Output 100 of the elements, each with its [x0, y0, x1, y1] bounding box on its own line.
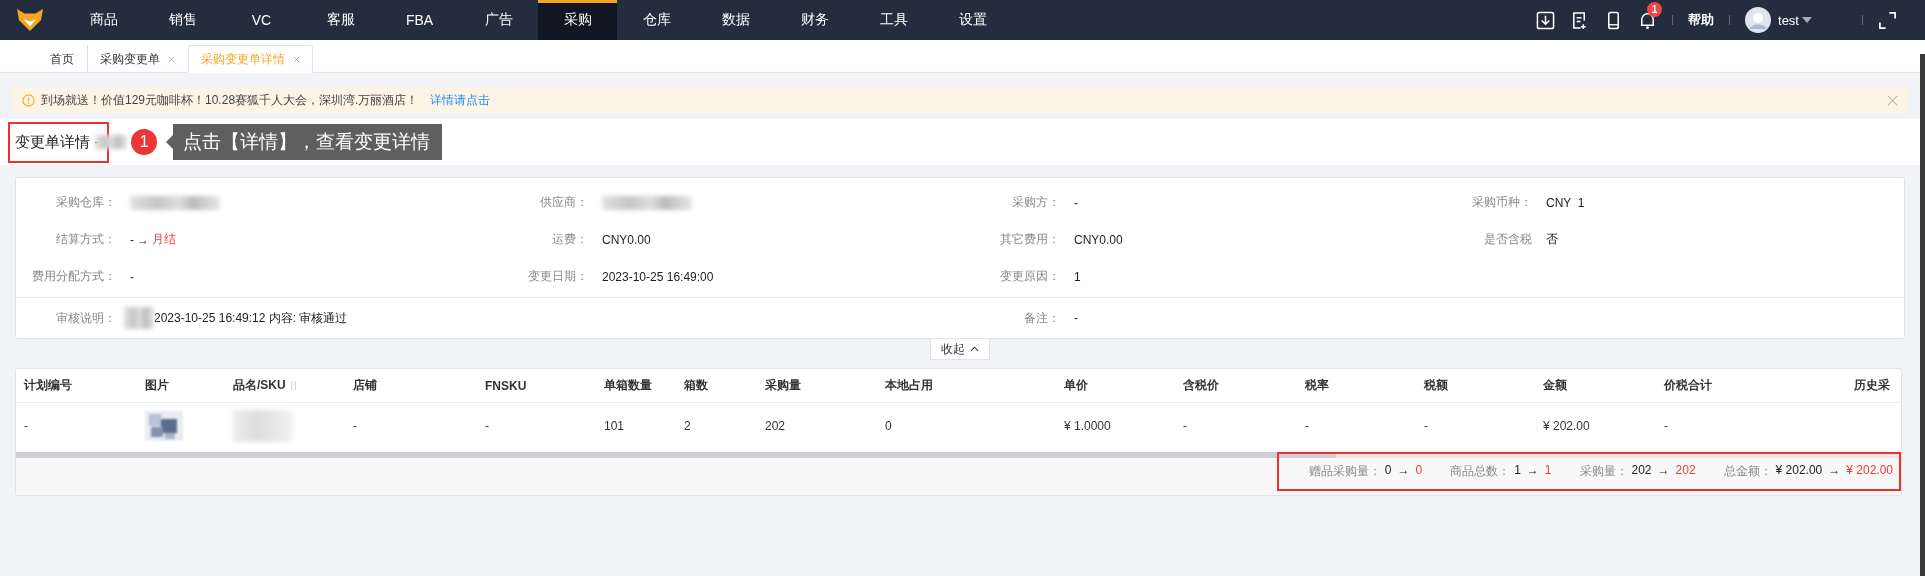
nav-tab[interactable]: 设置	[933, 0, 1012, 40]
caret-icon[interactable]	[1802, 17, 1812, 23]
summary-value: 1	[1514, 463, 1521, 479]
table-cell: 202	[765, 419, 786, 433]
arrow-glyph: →	[137, 232, 149, 247]
field-label: 审核说明：	[55, 309, 116, 327]
summary-label: 总金额：	[1723, 463, 1772, 480]
field-label: 结算方式：	[55, 231, 116, 248]
field-label: 采购方：	[1011, 194, 1060, 211]
summary-value: ¥ 202.00	[1775, 463, 1823, 479]
arrow-glyph: →	[1397, 463, 1410, 479]
nav-tab[interactable]: 仓库	[617, 0, 696, 40]
step-badge: 1	[131, 129, 158, 155]
summary-label: 商品总数：	[1450, 463, 1511, 480]
table-cell: -	[485, 419, 489, 433]
guide-tooltip: 点击【详情】，查看变更详情	[166, 124, 443, 160]
column-header: 含税价	[1183, 377, 1219, 394]
column-header: 图片	[145, 377, 169, 394]
summary-value: 0	[1384, 463, 1392, 479]
field-value: CNY 1	[1546, 195, 1585, 210]
column-header: 箱数	[684, 377, 708, 394]
field-value: -	[1074, 195, 1078, 210]
field-value: 1	[1074, 269, 1081, 284]
table-cell: -	[1305, 419, 1309, 433]
nav-tab[interactable]: VC	[222, 0, 301, 40]
column-header: 税额	[1424, 377, 1448, 394]
help-link[interactable]: 帮助	[1688, 11, 1715, 29]
field-value: CNY0.00	[1074, 232, 1123, 247]
column-header: 历史采	[1854, 377, 1890, 394]
column-header: 价税合计	[1664, 377, 1712, 394]
field-label: 是否含税	[1483, 231, 1532, 248]
nav-tab[interactable]: 财务	[775, 0, 854, 40]
table-cell: -	[24, 419, 28, 433]
arrow-glyph: →	[1657, 463, 1670, 479]
changed-value: 1	[1544, 463, 1552, 479]
horizontal-scrollbar[interactable]	[16, 452, 1901, 458]
field-label: 变更原因：	[999, 268, 1060, 285]
field-label: 备注：	[1023, 309, 1060, 327]
changed-value: 月结	[152, 231, 176, 248]
field-value: -	[130, 232, 134, 247]
summary-value: 202	[1631, 463, 1652, 479]
nav-tab[interactable]: FBA	[380, 0, 459, 40]
field-label: 费用分配方式：	[31, 268, 116, 285]
blurred-text	[124, 307, 154, 329]
table-cell: -	[353, 419, 357, 433]
changed-value: 0	[1415, 463, 1423, 479]
arrow-glyph: →	[1828, 463, 1841, 479]
fox-logo[interactable]	[16, 8, 44, 32]
chevron-up-icon	[970, 346, 979, 352]
warning-icon	[22, 93, 35, 107]
field-label: 采购币种：	[1471, 194, 1532, 211]
field-value: 否	[1546, 231, 1558, 248]
nav-tab[interactable]: 采购	[538, 0, 617, 40]
summary-label: 赠品采购量：	[1308, 463, 1381, 480]
avatar-icon[interactable]	[1745, 7, 1772, 33]
nav-tab[interactable]: 数据	[696, 0, 775, 40]
field-label: 运费：	[551, 231, 588, 248]
blurred-text	[95, 135, 128, 149]
column-header: 金额	[1543, 377, 1567, 394]
column-header: 单价	[1064, 377, 1088, 394]
table-cell: 2	[684, 419, 691, 433]
table-cell: ¥ 1.0000	[1064, 419, 1111, 433]
field-value: -	[130, 269, 134, 284]
field-label: 采购仓库：	[55, 194, 116, 211]
column-header: 品名/SKU	[233, 377, 286, 394]
field-label: 变更日期：	[527, 268, 588, 285]
column-header: 店铺	[353, 377, 377, 394]
nav-tab[interactable]: 客服	[301, 0, 380, 40]
blurred-text	[233, 410, 293, 442]
vertical-scrollbar[interactable]	[1920, 54, 1925, 576]
table-cell: -	[1183, 419, 1187, 433]
fullscreen-icon[interactable]	[1878, 10, 1897, 30]
column-header: 计划编号	[24, 377, 72, 394]
table-cell: ¥ 202.00	[1543, 419, 1590, 433]
column-header: 采购量	[765, 377, 801, 394]
download-icon[interactable]	[1536, 10, 1556, 30]
nav-tab[interactable]: 商品	[64, 0, 143, 40]
collapse-button[interactable]: 收起	[930, 339, 990, 360]
arrow-glyph: →	[1526, 463, 1539, 479]
field-value: CNY0.00	[602, 232, 651, 247]
field-label: 供应商：	[539, 194, 588, 211]
summary-label: 采购量：	[1579, 463, 1628, 480]
table-cell: 101	[604, 419, 625, 433]
nav-tab[interactable]: 销售	[143, 0, 222, 40]
page-tab[interactable]: 首页	[37, 45, 87, 72]
notice-text: 到场就送！价值129元咖啡杯！10.28赛狐千人大会，深圳湾.万丽酒店！	[41, 91, 419, 109]
field-value: 2023-10-25 16:49:12 内容: 审核通过	[154, 309, 348, 327]
table-cell: 0	[885, 419, 892, 433]
table-cell: -	[1424, 419, 1428, 433]
changed-value: 202	[1675, 463, 1696, 479]
page-title: 变更单详情 -	[15, 132, 100, 150]
user-name[interactable]: test	[1778, 12, 1799, 28]
notification-badge: 1	[1647, 1, 1663, 17]
nav-tab[interactable]: 工具	[854, 0, 933, 40]
column-header: 本地占用	[885, 377, 933, 394]
nav-tab[interactable]: 广告	[459, 0, 538, 40]
field-value: -	[1074, 311, 1078, 325]
field-label: 其它费用：	[999, 231, 1060, 248]
column-header: FNSKU	[485, 378, 527, 393]
field-value: 2023-10-25 16:49:00	[602, 269, 714, 284]
